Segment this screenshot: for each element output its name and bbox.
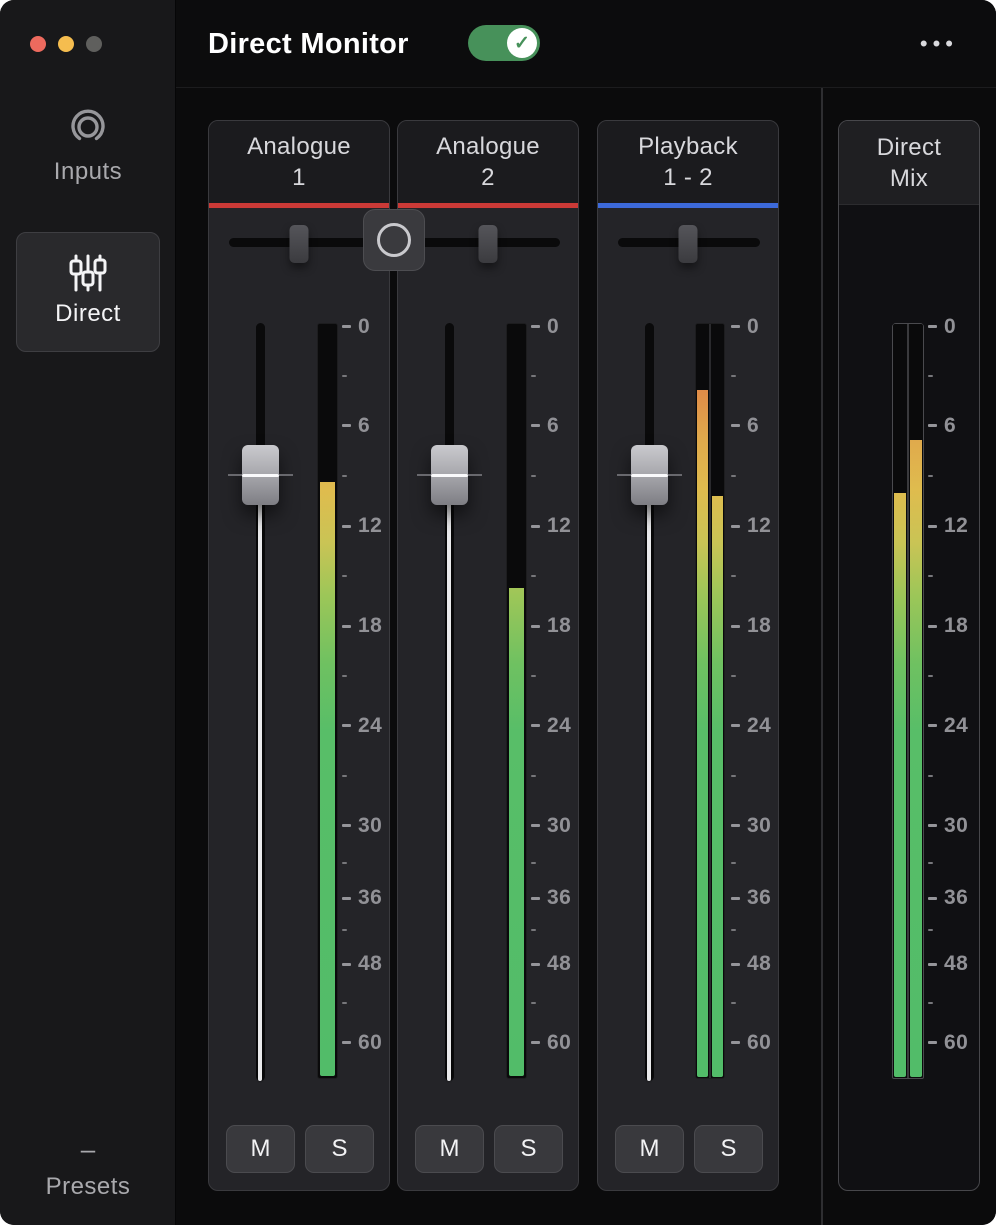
meter-scale: 0612182430364860 (731, 323, 791, 1079)
master-header: Direct Mix (839, 121, 979, 205)
link-circle-icon (377, 223, 411, 257)
zoom-button[interactable] (86, 36, 102, 52)
meter-cover (318, 324, 337, 482)
mute-button[interactable]: M (415, 1125, 484, 1173)
channel-name-line2: 1 (292, 162, 306, 193)
direct-monitor-toggle[interactable]: ✓ (468, 25, 540, 61)
master-level-meter (892, 323, 924, 1079)
sidebar-item-inputs[interactable]: Inputs (0, 108, 176, 186)
level-meter-stereo (695, 323, 725, 1079)
sidebar-item-label: Direct (17, 300, 159, 328)
mute-solo-row: M S (615, 1125, 763, 1173)
channel-name-line2: 2 (481, 162, 495, 193)
master-name-line2: Mix (890, 163, 928, 194)
solo-button[interactable]: S (494, 1125, 563, 1173)
sidebar: Inputs Direct – Presets (0, 0, 176, 1225)
section-divider (821, 88, 823, 1225)
traffic-lights (30, 36, 102, 52)
channel-header: Analogue 1 (209, 121, 389, 203)
meter-cover (909, 324, 923, 440)
close-button[interactable] (30, 36, 46, 52)
toggle-knob: ✓ (507, 28, 537, 58)
presets-label: Presets (0, 1173, 176, 1201)
channel-body: 0612182430364860 (398, 323, 578, 1081)
pan-row (398, 208, 578, 323)
meter-bar-right (711, 324, 724, 1078)
channel-name-line2: 1 - 2 (663, 162, 713, 193)
fader-track-active (447, 475, 451, 1081)
mute-button[interactable]: M (226, 1125, 295, 1173)
pan-slider-handle[interactable] (679, 225, 698, 263)
mute-solo-row: M S (415, 1125, 563, 1173)
mixer-content: Analogue 1 (176, 88, 996, 1225)
meter-cover (507, 324, 526, 588)
check-icon: ✓ (514, 34, 530, 53)
mute-solo-row: M S (226, 1125, 374, 1173)
level-meter (317, 323, 338, 1079)
meter-bar (507, 324, 526, 1078)
master-name-line1: Direct (877, 132, 941, 163)
sidebar-item-direct[interactable]: Direct (16, 232, 160, 352)
pan-slider-handle[interactable] (479, 225, 498, 263)
channel-header: Analogue 2 (398, 121, 578, 203)
meter-scale: 0612182430364860 (531, 323, 591, 1079)
minimize-button[interactable] (58, 36, 74, 52)
master-panel-direct-mix: Direct Mix (838, 120, 980, 1191)
channel-body: 0612182430364860 (598, 323, 778, 1081)
meter-scale: 0612182430364860 (342, 323, 402, 1079)
meter-bar-left (893, 324, 907, 1078)
mute-button[interactable]: M (615, 1125, 684, 1173)
meter-fill (697, 325, 708, 1077)
pan-row (209, 208, 389, 323)
fader-track-active (647, 475, 651, 1081)
fader-track-active (258, 475, 262, 1081)
solo-button[interactable]: S (305, 1125, 374, 1173)
channel-header: Playback 1 - 2 (598, 121, 778, 203)
app-window: Inputs Direct – Presets Direct Monitor ✓ (0, 0, 996, 1225)
presets-button[interactable]: – Presets (0, 1139, 176, 1201)
level-meter (506, 323, 527, 1079)
title-bar: Direct Monitor ✓ ••• (176, 0, 996, 88)
solo-button[interactable]: S (694, 1125, 763, 1173)
main-area: Direct Monitor ✓ ••• Analogue 1 (176, 0, 996, 1225)
channel-name-line1: Playback (638, 131, 738, 162)
channel-name-line1: Analogue (247, 131, 351, 162)
page-title: Direct Monitor (208, 0, 409, 88)
meter-bar-right (909, 324, 923, 1078)
pan-slider-handle[interactable] (290, 225, 309, 263)
channel-panel-playback: Playback 1 - 2 (597, 120, 779, 1191)
meter-bar-left (696, 324, 709, 1078)
meter-scale: 0612182430364860 (928, 323, 988, 1079)
inputs-circle-icon (68, 108, 108, 148)
channel-panel-analogue-1: Analogue 1 (208, 120, 390, 1191)
meter-cover (893, 324, 907, 493)
fader-handle[interactable] (431, 445, 468, 505)
fader-handle[interactable] (242, 445, 279, 505)
dash-icon: – (0, 1139, 176, 1159)
ellipsis-menu-button[interactable]: ••• (920, 0, 958, 88)
master-body: 0612182430364860 (839, 323, 979, 1081)
meter-cover (696, 324, 709, 390)
sidebar-item-label: Inputs (0, 158, 176, 186)
pan-row (598, 208, 778, 323)
meter-bar (318, 324, 337, 1078)
mixer-sliders-icon (66, 251, 110, 295)
channel-panel-analogue-2: Analogue 2 (397, 120, 579, 1191)
channel-name-line1: Analogue (436, 131, 540, 162)
meter-cover (711, 324, 724, 496)
stereo-link-button[interactable] (363, 209, 425, 271)
channel-body: 0612182430364860 (209, 323, 389, 1081)
fader-handle[interactable] (631, 445, 668, 505)
